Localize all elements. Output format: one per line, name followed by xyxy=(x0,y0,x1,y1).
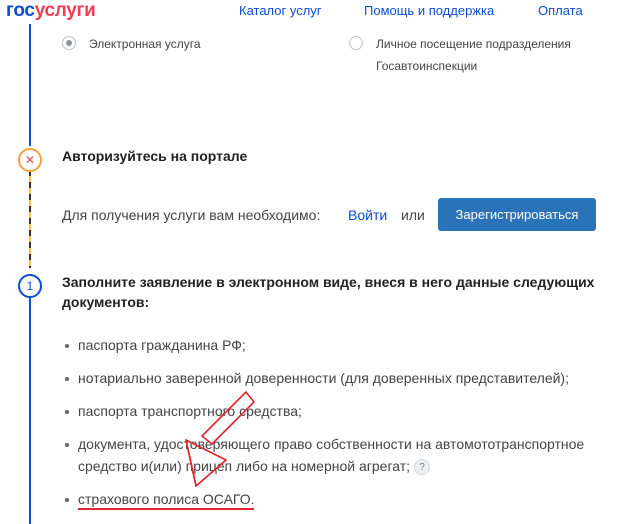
document-passport: паспорта гражданина РФ; xyxy=(78,337,246,353)
nav-help[interactable]: Помощь и поддержка xyxy=(364,3,494,19)
gosuslugi-logo[interactable]: госуслуги xyxy=(6,0,96,22)
radio-label-electronic: Электронная услуга xyxy=(89,37,201,51)
logo-text-part2: услуги xyxy=(34,0,96,21)
step-title-fill-line2: документов: xyxy=(62,294,150,310)
list-item: паспорта гражданина РФ; xyxy=(62,334,632,356)
step-number-icon: 1 xyxy=(18,274,42,298)
timeline-line-pending xyxy=(29,170,31,268)
radio-label-visit-line1: Личное посещение подразделения xyxy=(376,37,571,51)
login-link[interactable]: Войти xyxy=(348,207,387,223)
step-title-fill-line1: Заполните заявление в электронном виде, … xyxy=(62,274,595,290)
document-vehicle-passport: паспорта транспортного средства; xyxy=(78,403,302,419)
timeline-line-next xyxy=(29,296,31,524)
list-item: паспорта транспортного средства; xyxy=(62,400,632,422)
register-button[interactable]: Зарегистрироваться xyxy=(438,198,596,231)
radio-button-visit[interactable] xyxy=(349,36,363,50)
document-osago-policy: страхового полиса ОСАГО. xyxy=(78,491,255,510)
list-item: страхового полиса ОСАГО. xyxy=(62,488,632,510)
top-header: госуслуги Каталог услуг Помощь и поддерж… xyxy=(0,0,640,24)
logo-text-part1: гос xyxy=(6,0,35,21)
step-title-authorize: Авторизуйтесь на портале xyxy=(62,148,248,164)
radio-label-visit-line2: Госавтоинспекции xyxy=(376,59,478,73)
list-item: документа, удостоверяющего право собстве… xyxy=(62,433,632,477)
nav-payment[interactable]: Оплата xyxy=(538,3,583,19)
list-item: нотариально заверенной доверенности (для… xyxy=(62,367,632,389)
document-ownership-line2: средство и(или) прицеп либо на номерной … xyxy=(78,458,411,474)
timeline-line-completed xyxy=(29,24,31,146)
document-ownership-line1: документа, удостоверяющего право собстве… xyxy=(78,436,585,452)
help-icon[interactable]: ? xyxy=(414,459,431,476)
step-status-error-icon: ✕ xyxy=(18,148,42,172)
document-power-of-attorney: нотариально заверенной доверенности (для… xyxy=(78,370,569,386)
nav-catalog[interactable]: Каталог услуг xyxy=(239,3,322,19)
radio-button-electronic[interactable] xyxy=(62,36,76,50)
auth-instruction: Для получения услуги вам необходимо: xyxy=(62,207,321,223)
documents-list: паспорта гражданина РФ; нотариально заве… xyxy=(62,334,632,510)
or-text: или xyxy=(401,207,425,223)
